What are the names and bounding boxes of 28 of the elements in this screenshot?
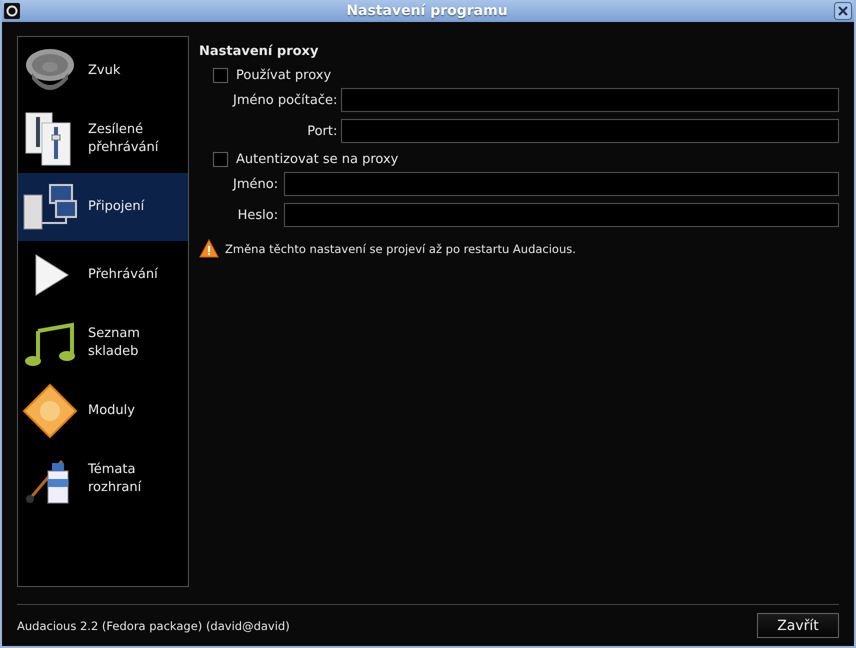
sidebar-item[interactable]: Zesílené přehrávání [18, 105, 188, 173]
sidebar-item[interactable]: Připojení [18, 173, 188, 241]
field-label: Jméno počítače: [233, 92, 338, 108]
field-label: Jméno: [233, 176, 278, 192]
warning-icon [199, 239, 219, 259]
sidebar-item[interactable]: Moduly [18, 377, 188, 445]
diamond-icon [22, 383, 78, 439]
input-field[interactable] [341, 119, 839, 143]
input-field[interactable] [284, 172, 839, 196]
field-label: Heslo: [236, 208, 278, 222]
sidebar-item[interactable]: Témata rozhraní [18, 445, 188, 513]
close-icon[interactable] [834, 2, 852, 20]
checkbox[interactable] [213, 152, 228, 166]
close-button[interactable]: Zavřít [757, 613, 839, 638]
app-icon [4, 3, 20, 19]
checkbox[interactable] [213, 68, 228, 82]
checkbox-label: Používat proxy [236, 68, 332, 82]
input-field[interactable] [284, 203, 839, 227]
version-text: Audacious 2.2 (Fedora package) (david@david) [17, 618, 290, 632]
sidebar-item[interactable]: Zvuk [18, 37, 188, 105]
sidebar-item[interactable]: Seznam skladeb [18, 309, 188, 377]
section-title: Nastavení proxy [199, 44, 320, 59]
warning-text: Změna těchto nastavení se projeví až po restartu Audacious. [225, 242, 576, 256]
field-label: Port: [306, 124, 338, 138]
input-field[interactable] [341, 88, 839, 112]
sidebar-item[interactable]: Přehrávání [18, 241, 188, 309]
window-title: Nastavení programu [345, 3, 509, 19]
checkbox-label: Autentizovat se na proxy [236, 152, 398, 166]
